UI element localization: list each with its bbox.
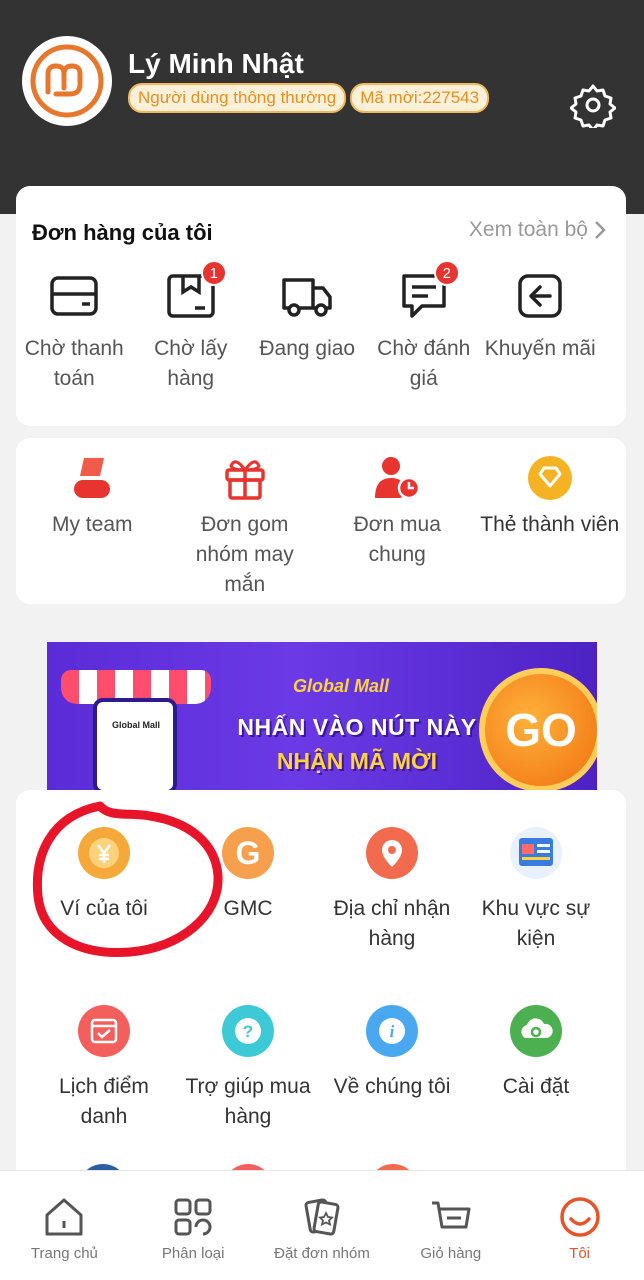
- wallet-card-icon: [50, 276, 98, 316]
- tool-label: Khu vực sự kiện: [481, 897, 591, 950]
- group-buy-order-item[interactable]: Đơn mua chung: [321, 454, 474, 600]
- banner-headline: NHẤN VÀO NÚT NÀY: [237, 714, 477, 740]
- event-area-item[interactable]: Khu vực sự kiện: [464, 826, 608, 954]
- banner-brand: Global Mall: [293, 676, 390, 696]
- go-button[interactable]: GO: [479, 668, 597, 792]
- order-status-delivering[interactable]: Đang giao: [249, 262, 366, 394]
- group-item-label: Đơn gom nhóm may mắn: [195, 513, 294, 596]
- lucky-group-order-item[interactable]: Đơn gom nhóm may mắn: [169, 454, 322, 600]
- calendar-check-icon: [78, 1005, 130, 1057]
- member-card-item[interactable]: Thẻ thành viên: [474, 454, 627, 600]
- see-all-orders-link[interactable]: Xem toàn bộ: [469, 218, 606, 242]
- order-status-label: Chờ đánh giá: [377, 337, 471, 390]
- svg-text:G: G: [236, 835, 261, 871]
- event-screen-icon: [510, 827, 562, 879]
- order-status-label: Khuyến mãi: [484, 337, 596, 360]
- group-item-label: Thẻ thành viên: [480, 513, 620, 536]
- tool-label: Trợ giúp mua hàng: [185, 1075, 311, 1128]
- order-status-promotion[interactable]: Khuyến mãi: [482, 262, 599, 394]
- cloud-gear-icon: [510, 1005, 562, 1057]
- order-status-label: Chờ lấy hàng: [154, 337, 228, 390]
- promotion-return-icon: [518, 274, 562, 318]
- see-all-label: Xem toàn bộ: [468, 218, 588, 241]
- tab-label: Trang chủ: [30, 1245, 98, 1262]
- about-us-item[interactable]: i Về chúng tôi: [320, 1004, 464, 1132]
- location-pin-icon: [366, 827, 418, 879]
- tool-label: Địa chỉ nhận hàng: [333, 897, 451, 950]
- category-grid-icon: [174, 1198, 212, 1236]
- group-features-card: My team Đơn gom nhóm may mắn Đơn mua chu…: [16, 438, 626, 604]
- tab-cart[interactable]: Giỏ hàng: [386, 1171, 515, 1280]
- group-buy-clock-icon: [375, 457, 421, 500]
- tab-label: Tôi: [569, 1245, 590, 1262]
- notification-badge: 2: [433, 260, 460, 286]
- avatar[interactable]: [22, 36, 112, 126]
- gear-icon: [569, 84, 617, 132]
- shopping-cart-icon: [431, 1201, 471, 1229]
- banner-subheadline: NHẬN MÃ MỜI: [276, 748, 438, 774]
- group-order-cards-icon: [304, 1198, 340, 1236]
- settings-item[interactable]: Cài đặt: [464, 1004, 608, 1132]
- order-status-pending-payment[interactable]: Chờ thanh toán: [16, 262, 133, 394]
- group-item-label: Đơn mua chung: [353, 513, 441, 566]
- delivery-truck-icon: [282, 278, 332, 317]
- check-in-calendar-item[interactable]: Lịch điểm danh: [32, 1004, 176, 1132]
- orders-title: Đơn hàng của tôi: [32, 220, 213, 245]
- tool-label: Cài đặt: [502, 1075, 570, 1098]
- me-smile-icon: [559, 1197, 600, 1237]
- tab-label: Phân loại: [161, 1245, 225, 1262]
- notification-badge: 1: [200, 260, 227, 286]
- invite-code-badge[interactable]: Mã mời:227543: [350, 83, 490, 113]
- tool-label: GMC: [223, 897, 273, 920]
- group-item-label: My team: [51, 513, 133, 536]
- tab-group-order[interactable]: Đặt đơn nhóm: [258, 1171, 387, 1280]
- tool-label: Lịch điểm danh: [59, 1075, 149, 1128]
- tab-label: Giỏ hàng: [420, 1245, 482, 1262]
- user-type-badge: Người dùng thông thường: [128, 83, 347, 113]
- profile-header: Lý Minh Nhật Người dùng thông thường Mã …: [0, 0, 644, 214]
- settings-gear-button[interactable]: [569, 82, 617, 132]
- svg-text:?: ?: [243, 1022, 253, 1041]
- my-wallet-item[interactable]: Ví của tôi: [32, 826, 176, 954]
- gmc-item[interactable]: G GMC: [176, 826, 320, 954]
- gmc-g-icon: G: [222, 827, 274, 879]
- global-mall-logo-icon: [30, 44, 104, 118]
- order-status-label: Chờ thanh toán: [24, 337, 124, 390]
- tab-label: Đặt đơn nhóm: [274, 1245, 370, 1262]
- yen-coin-icon: [78, 827, 130, 879]
- info-icon: i: [366, 1005, 418, 1057]
- shopping-help-item[interactable]: ? Trợ giúp mua hàng: [176, 1004, 320, 1132]
- chevron-right-icon: [595, 221, 606, 239]
- tab-home[interactable]: Trang chủ: [0, 1171, 129, 1280]
- home-icon: [45, 1198, 83, 1236]
- svg-text:i: i: [390, 1022, 395, 1041]
- order-status-awaiting-review[interactable]: 2 Chờ đánh giá: [366, 260, 483, 394]
- tool-label: Về chúng tôi: [333, 1075, 451, 1098]
- tab-me[interactable]: Tôi: [515, 1171, 644, 1280]
- phone-graphic: [93, 698, 177, 792]
- username: Lý Minh Nhật: [128, 48, 304, 79]
- my-orders-card: Đơn hàng của tôi Xem toàn bộ Chờ thanh t…: [16, 186, 626, 426]
- profile-badges: Người dùng thông thường Mã mời:227543: [128, 83, 490, 113]
- bottom-tab-bar: Trang chủ Phân loại Đặt đơn nhóm Giỏ hàn…: [0, 1170, 644, 1280]
- banner-phone-brand: Global Mall: [111, 720, 160, 730]
- invite-code-promo-banner[interactable]: Global Mall Global Mall NHẤN VÀO NÚT NÀY…: [47, 642, 597, 792]
- tab-categories[interactable]: Phân loại: [129, 1171, 258, 1280]
- help-question-icon: ?: [222, 1005, 274, 1057]
- tools-card: Ví của tôi G GMC Địa chỉ nhận hàng Khu v…: [16, 790, 626, 1190]
- gift-box-icon: [225, 460, 265, 500]
- order-status-label: Đang giao: [259, 337, 356, 360]
- my-team-item[interactable]: My team: [16, 454, 169, 600]
- tool-label: Ví của tôi: [60, 897, 148, 920]
- shipping-address-item[interactable]: Địa chỉ nhận hàng: [320, 826, 464, 954]
- order-status-awaiting-pickup[interactable]: 1 Chờ lấy hàng: [133, 260, 250, 394]
- member-diamond-icon: [527, 456, 572, 500]
- team-person-icon: [74, 458, 111, 498]
